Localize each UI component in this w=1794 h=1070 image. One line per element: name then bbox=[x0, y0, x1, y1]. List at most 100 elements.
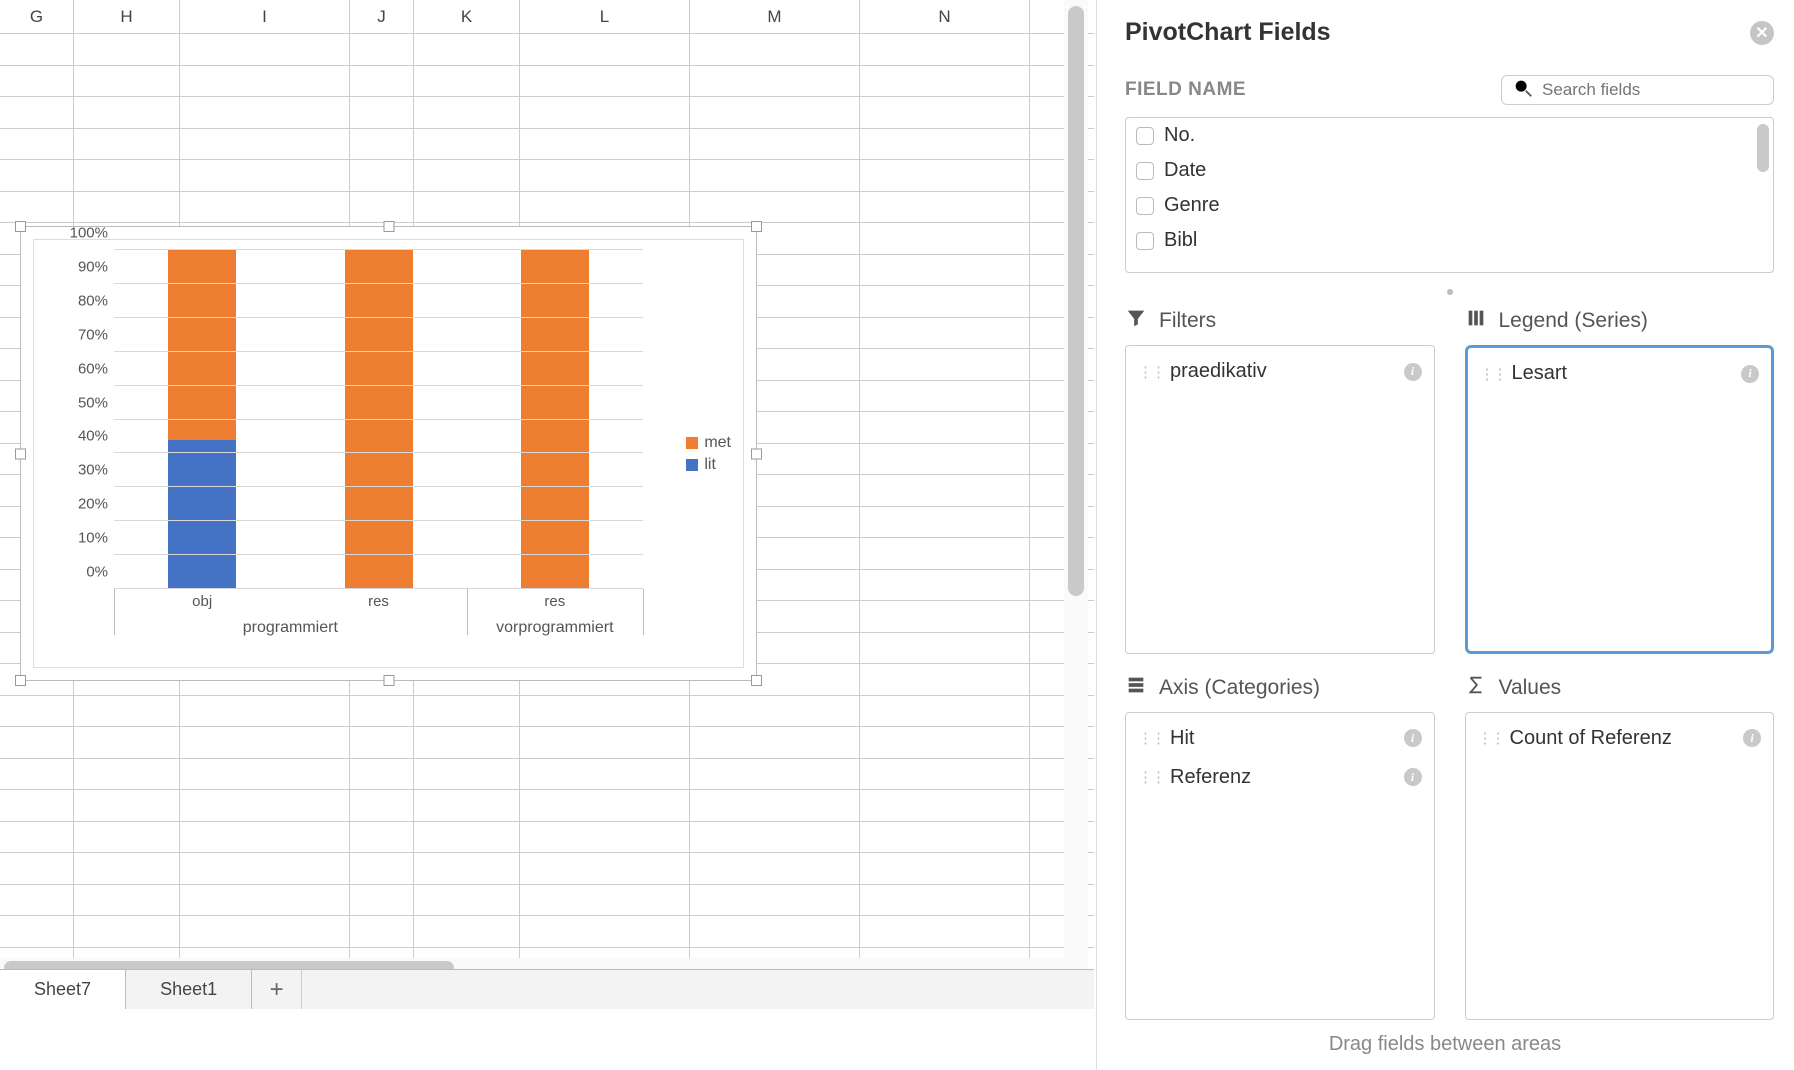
values-dropzone[interactable]: ⋮⋮ Count of Referenz i bbox=[1465, 712, 1775, 1021]
area-field-label: Hit bbox=[1170, 727, 1194, 750]
info-icon[interactable]: i bbox=[1743, 729, 1761, 747]
resize-handle[interactable] bbox=[15, 221, 26, 232]
area-field-label: Count of Referenz bbox=[1510, 727, 1672, 750]
panel-split-handle[interactable] bbox=[1125, 287, 1774, 297]
column-header[interactable]: G bbox=[0, 0, 74, 33]
resize-handle[interactable] bbox=[751, 221, 762, 232]
area-label: Filters bbox=[1159, 309, 1216, 333]
sheet-tabs: Sheet7 Sheet1 + bbox=[0, 969, 1094, 1009]
info-icon[interactable]: i bbox=[1404, 363, 1422, 381]
area-field-item[interactable]: ⋮⋮ Count of Referenz i bbox=[1470, 719, 1770, 758]
y-tick-label: 60% bbox=[78, 360, 108, 377]
chart-x-group-labels: programmiert vorprogrammiert bbox=[114, 619, 643, 639]
field-name-heading: FIELD NAME bbox=[1125, 79, 1246, 101]
values-area: Values ⋮⋮ Count of Referenz i bbox=[1465, 674, 1775, 1021]
field-label: Genre bbox=[1164, 194, 1220, 217]
columns-icon bbox=[1465, 307, 1487, 335]
legend-dropzone[interactable]: ⋮⋮ Lesart i bbox=[1465, 345, 1775, 654]
filters-area: Filters ⋮⋮praedikativi bbox=[1125, 307, 1435, 654]
vertical-scrollbar[interactable] bbox=[1064, 0, 1088, 980]
field-label: Bibl bbox=[1164, 229, 1197, 252]
x-group-label: vorprogrammiert bbox=[496, 619, 613, 637]
x-group-label: programmiert bbox=[243, 619, 338, 637]
sheet-tab-active[interactable]: Sheet7 bbox=[0, 970, 126, 1009]
y-tick-label: 90% bbox=[78, 258, 108, 275]
y-tick-label: 70% bbox=[78, 326, 108, 343]
resize-handle[interactable] bbox=[15, 448, 26, 459]
resize-handle[interactable] bbox=[383, 221, 394, 232]
column-header[interactable]: I bbox=[180, 0, 350, 33]
drag-grip-icon[interactable]: ⋮⋮ bbox=[1138, 363, 1164, 381]
drag-grip-icon[interactable]: ⋮⋮ bbox=[1138, 768, 1164, 786]
column-header[interactable]: L bbox=[520, 0, 690, 33]
column-header[interactable]: H bbox=[74, 0, 180, 33]
spreadsheet-area: GHIJKLMN 0%10%20%30%40%50%60%70%80%90%10… bbox=[0, 0, 1094, 1009]
pivot-chart[interactable]: 0%10%20%30%40%50%60%70%80%90%100% objres… bbox=[20, 226, 757, 681]
legend-area: Legend (Series) ⋮⋮ Lesart i bbox=[1465, 307, 1775, 654]
filters-dropzone[interactable]: ⋮⋮praedikativi bbox=[1125, 345, 1435, 654]
field-checkbox[interactable] bbox=[1136, 162, 1154, 180]
resize-handle[interactable] bbox=[383, 675, 394, 686]
bar-segment-met bbox=[168, 250, 236, 440]
y-tick-label: 50% bbox=[78, 394, 108, 411]
area-field-item[interactable]: ⋮⋮ Hit i bbox=[1130, 719, 1430, 758]
search-icon bbox=[1512, 77, 1534, 104]
sheet-tab[interactable]: Sheet1 bbox=[126, 970, 252, 1009]
chart-x-category-labels: objresres bbox=[114, 593, 643, 613]
drag-grip-icon[interactable]: ⋮⋮ bbox=[1480, 365, 1506, 383]
search-fields-box[interactable] bbox=[1501, 75, 1774, 105]
axis-dropzone[interactable]: ⋮⋮Hiti⋮⋮Referenzi bbox=[1125, 712, 1435, 1021]
search-fields-input[interactable] bbox=[1542, 80, 1763, 100]
chart-legend: metlit bbox=[686, 430, 731, 478]
panel-title: PivotChart Fields bbox=[1125, 18, 1331, 47]
drag-grip-icon[interactable]: ⋮⋮ bbox=[1138, 729, 1164, 747]
column-header[interactable]: K bbox=[414, 0, 520, 33]
field-row[interactable]: No. bbox=[1126, 118, 1757, 153]
chart-plot-area: 0%10%20%30%40%50%60%70%80%90%100% objres… bbox=[33, 239, 744, 668]
y-tick-label: 100% bbox=[70, 225, 108, 242]
column-header[interactable]: J bbox=[350, 0, 414, 33]
x-category-label: obj bbox=[192, 593, 212, 610]
bar-segment-met bbox=[345, 250, 413, 589]
legend-swatch bbox=[686, 459, 698, 471]
column-headers: GHIJKLMN bbox=[0, 0, 1094, 34]
area-field-item[interactable]: ⋮⋮ Lesart i bbox=[1472, 354, 1768, 393]
info-icon[interactable]: i bbox=[1741, 365, 1759, 383]
column-header[interactable]: N bbox=[860, 0, 1030, 33]
add-sheet-button[interactable]: + bbox=[252, 970, 302, 1009]
close-icon: ✕ bbox=[1755, 23, 1768, 43]
resize-handle[interactable] bbox=[15, 675, 26, 686]
field-checkbox[interactable] bbox=[1136, 197, 1154, 215]
drag-grip-icon[interactable]: ⋮⋮ bbox=[1478, 729, 1504, 747]
area-field-item[interactable]: ⋮⋮praedikativi bbox=[1130, 352, 1430, 391]
area-label: Axis (Categories) bbox=[1159, 676, 1320, 700]
y-tick-label: 10% bbox=[78, 530, 108, 547]
field-checkbox[interactable] bbox=[1136, 127, 1154, 145]
scrollbar-thumb[interactable] bbox=[1068, 6, 1084, 596]
field-checkbox[interactable] bbox=[1136, 232, 1154, 250]
close-panel-button[interactable]: ✕ bbox=[1750, 21, 1774, 45]
info-icon[interactable]: i bbox=[1404, 729, 1422, 747]
column-header[interactable]: M bbox=[690, 0, 860, 33]
bar-segment-lit bbox=[168, 440, 236, 589]
drag-hint-text: Drag fields between areas bbox=[1096, 1033, 1794, 1056]
field-row[interactable]: Bibl bbox=[1126, 223, 1757, 258]
sigma-icon bbox=[1465, 674, 1487, 702]
field-row[interactable]: Genre bbox=[1126, 188, 1757, 223]
legend-label: lit bbox=[704, 456, 716, 474]
scrollbar-thumb[interactable] bbox=[1757, 124, 1769, 172]
resize-handle[interactable] bbox=[751, 675, 762, 686]
available-fields-list[interactable]: No.Date Genre Bibl bbox=[1125, 117, 1774, 273]
area-label: Legend (Series) bbox=[1499, 309, 1648, 333]
area-label: Values bbox=[1499, 676, 1562, 700]
y-tick-label: 80% bbox=[78, 292, 108, 309]
field-row[interactable]: Date bbox=[1126, 153, 1757, 188]
info-icon[interactable]: i bbox=[1404, 768, 1422, 786]
legend-item: lit bbox=[686, 456, 731, 474]
area-field-label: Lesart bbox=[1512, 362, 1568, 385]
resize-handle[interactable] bbox=[751, 448, 762, 459]
bar-segment-met bbox=[521, 250, 589, 589]
pivot-areas: Filters ⋮⋮praedikativi Legend (Series) ⋮… bbox=[1125, 307, 1774, 1020]
area-field-item[interactable]: ⋮⋮Referenzi bbox=[1130, 758, 1430, 797]
axis-area: Axis (Categories) ⋮⋮Hiti⋮⋮Referenzi bbox=[1125, 674, 1435, 1021]
